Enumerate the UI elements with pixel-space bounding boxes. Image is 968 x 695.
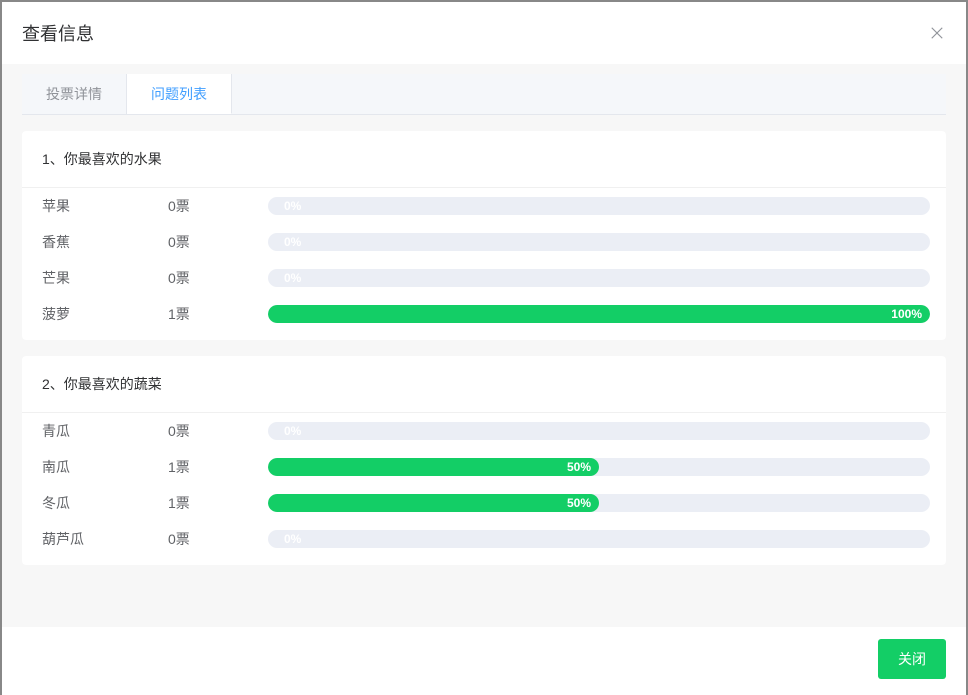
tab-1[interactable]: 问题列表 bbox=[127, 74, 232, 114]
option-name: 冬瓜 bbox=[38, 493, 168, 513]
option-bar: 0% bbox=[268, 422, 930, 440]
bar-track: 0% bbox=[268, 422, 930, 440]
modal-footer: 关闭 bbox=[2, 627, 966, 695]
questions-container: 1、你最喜欢的水果苹果0票0%香蕉0票0%芒果0票0%菠萝1票100%2、你最喜… bbox=[22, 131, 946, 565]
option-votes: 0票 bbox=[168, 268, 268, 288]
option-name: 苹果 bbox=[38, 196, 168, 216]
question-card: 1、你最喜欢的水果苹果0票0%香蕉0票0%芒果0票0%菠萝1票100% bbox=[22, 131, 946, 340]
option-bar: 0% bbox=[268, 530, 930, 548]
question-title: 1、你最喜欢的水果 bbox=[22, 131, 946, 188]
option-name: 芒果 bbox=[38, 268, 168, 288]
option-votes: 0票 bbox=[168, 529, 268, 549]
close-icon[interactable] bbox=[928, 24, 946, 42]
bar-fill: 50% bbox=[268, 458, 599, 476]
option-bar: 0% bbox=[268, 233, 930, 251]
bar-percent-label: 0% bbox=[276, 269, 309, 287]
option-row: 香蕉0票 0% bbox=[22, 224, 946, 260]
bar-track: 0% bbox=[268, 233, 930, 251]
option-name: 菠萝 bbox=[38, 304, 168, 324]
option-votes: 0票 bbox=[168, 421, 268, 441]
option-name: 南瓜 bbox=[38, 457, 168, 477]
option-row: 青瓜0票 0% bbox=[22, 413, 946, 449]
option-bar: 100% bbox=[268, 305, 930, 323]
modal-body: 投票详情问题列表 1、你最喜欢的水果苹果0票0%香蕉0票0%芒果0票0%菠萝1票… bbox=[2, 64, 966, 627]
bar-track: 0% bbox=[268, 197, 930, 215]
option-row: 苹果0票 0% bbox=[22, 188, 946, 224]
option-bar: 0% bbox=[268, 269, 930, 287]
option-name: 青瓜 bbox=[38, 421, 168, 441]
option-votes: 1票 bbox=[168, 304, 268, 324]
bar-track: 100% bbox=[268, 305, 930, 323]
option-bar: 0% bbox=[268, 197, 930, 215]
tab-0[interactable]: 投票详情 bbox=[22, 74, 127, 114]
bar-percent-label: 0% bbox=[276, 422, 309, 440]
option-row: 芒果0票 0% bbox=[22, 260, 946, 296]
tabs: 投票详情 问题列表 bbox=[22, 74, 946, 115]
option-row: 冬瓜1票 50% bbox=[22, 485, 946, 521]
tab-label: 投票详情 bbox=[46, 86, 102, 102]
bar-fill: 50% bbox=[268, 494, 599, 512]
option-row: 菠萝1票 100% bbox=[22, 296, 946, 332]
bar-track: 0% bbox=[268, 269, 930, 287]
bar-track: 50% bbox=[268, 458, 930, 476]
modal-header: 查看信息 bbox=[2, 2, 966, 64]
bar-percent-label: 100% bbox=[883, 307, 930, 321]
option-votes: 0票 bbox=[168, 196, 268, 216]
bar-percent-label: 0% bbox=[276, 233, 309, 251]
bar-track: 50% bbox=[268, 494, 930, 512]
bar-fill: 100% bbox=[268, 305, 930, 323]
option-name: 葫芦瓜 bbox=[38, 529, 168, 549]
option-name: 香蕉 bbox=[38, 232, 168, 252]
question-title: 2、你最喜欢的蔬菜 bbox=[22, 356, 946, 413]
option-votes: 0票 bbox=[168, 232, 268, 252]
bar-track: 0% bbox=[268, 530, 930, 548]
bar-percent-label: 50% bbox=[559, 496, 599, 510]
question-card: 2、你最喜欢的蔬菜青瓜0票0%南瓜1票50%冬瓜1票50%葫芦瓜0票0% bbox=[22, 356, 946, 565]
bar-percent-label: 0% bbox=[276, 530, 309, 548]
bar-percent-label: 0% bbox=[276, 197, 309, 215]
option-bar: 50% bbox=[268, 458, 930, 476]
option-votes: 1票 bbox=[168, 493, 268, 513]
option-row: 葫芦瓜0票 0% bbox=[22, 521, 946, 557]
option-row: 南瓜1票 50% bbox=[22, 449, 946, 485]
option-bar: 50% bbox=[268, 494, 930, 512]
bar-percent-label: 50% bbox=[559, 460, 599, 474]
close-button[interactable]: 关闭 bbox=[878, 639, 946, 679]
option-votes: 1票 bbox=[168, 457, 268, 477]
tab-label: 问题列表 bbox=[151, 86, 207, 102]
modal: 查看信息 投票详情问题列表 1、你最喜欢的水果苹果0票0%香蕉0票0%芒果0票0… bbox=[2, 2, 966, 695]
modal-title: 查看信息 bbox=[22, 20, 94, 46]
